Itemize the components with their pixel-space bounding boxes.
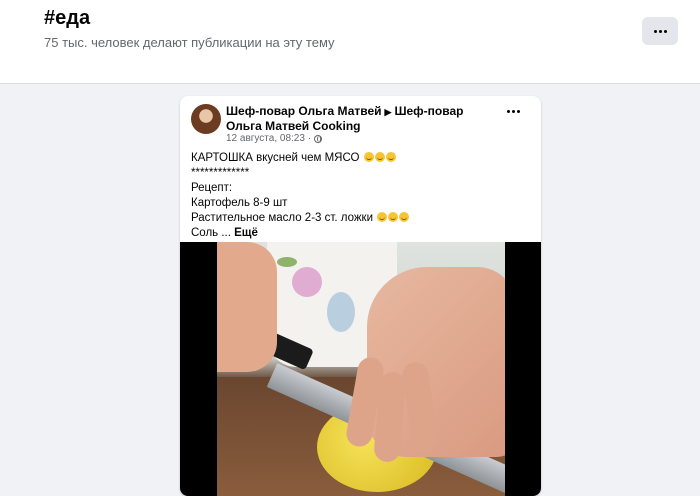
grinning-face-emoji-icon <box>374 152 385 162</box>
globe-icon <box>314 134 323 143</box>
grinning-face-emoji-icon <box>385 152 396 162</box>
arrow-right-icon: ▶ <box>384 107 392 117</box>
hashtag-header: #еда 75 тыс. человек делают публикации н… <box>0 0 700 84</box>
post-line: Растительное масло 2-3 ст. ложки <box>191 211 531 226</box>
post-date[interactable]: 12 августа, 08:23 <box>226 133 305 144</box>
post-line: Рецепт: <box>191 182 233 194</box>
post-line: ************* <box>191 167 250 179</box>
grinning-face-emoji-icon <box>363 152 374 162</box>
hashtag-title: #еда <box>44 7 91 29</box>
video-player[interactable] <box>180 242 541 496</box>
grinning-face-emoji-icon <box>399 212 410 222</box>
post-author-line: Шеф-повар Ольга Матвей ▶ Шеф-повар Ольга М… <box>226 104 486 133</box>
hashtag-subtitle: 75 тыс. человек делают публикации на эту… <box>44 35 335 50</box>
more-horizontal-icon <box>653 29 667 33</box>
video-frame <box>217 242 505 496</box>
post-more-icon[interactable] <box>507 110 520 113</box>
post-card: Шеф-повар Ольга Матвей ▶ Шеф-повар Ольга М… <box>180 96 541 496</box>
post-line: Соль ... Ещё <box>191 227 258 239</box>
see-more-link[interactable]: Ещё <box>234 227 258 239</box>
grinning-face-emoji-icon <box>388 212 399 222</box>
avatar[interactable] <box>191 104 221 134</box>
post-line: КАРТОШКА вкусней чем МЯСО <box>191 151 531 166</box>
grinning-face-emoji-icon <box>377 212 388 222</box>
post-text: КАРТОШКА вкусней чем МЯСО ************* … <box>191 151 531 241</box>
more-options-button[interactable] <box>642 17 678 45</box>
post-meta: 12 августа, 08:23 · <box>226 133 323 144</box>
author-name[interactable]: Шеф-повар Ольга Матвей <box>226 104 382 118</box>
post-line: Картофель 8-9 шт <box>191 197 288 209</box>
